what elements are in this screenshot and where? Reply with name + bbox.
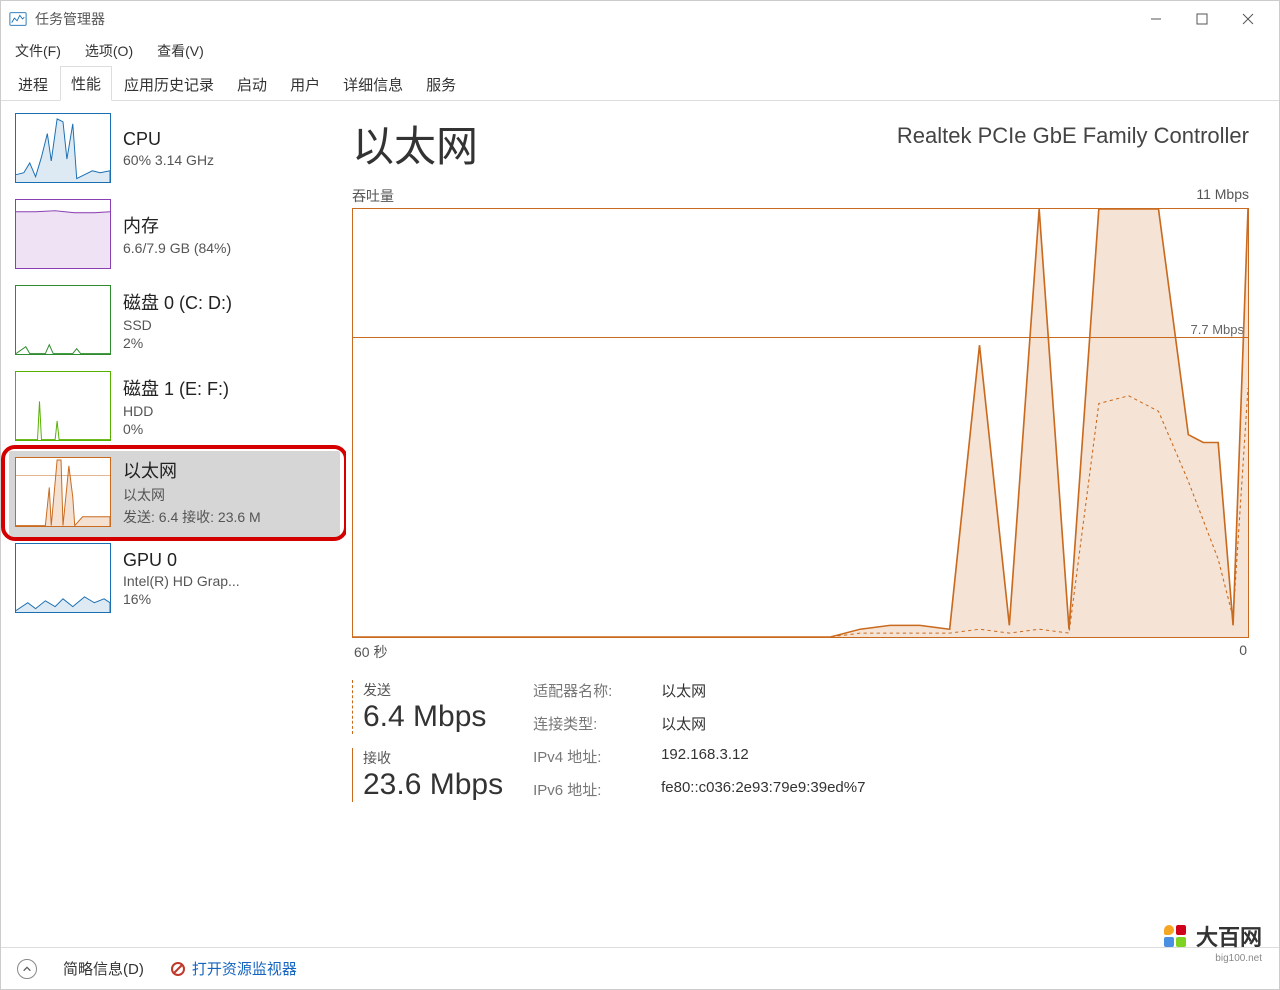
open-resource-monitor-link[interactable]: 打开资源监视器 xyxy=(192,958,297,979)
ethernet-sub1: 以太网 xyxy=(123,485,261,505)
properties-table: 适配器名称: 以太网 连接类型: 以太网 IPv4 地址: 192.168.3.… xyxy=(533,680,865,802)
sidebar-item-cpu[interactable]: CPU 60% 3.14 GHz xyxy=(9,107,340,193)
cpu-thumbnail-chart xyxy=(15,113,111,183)
send-value: 6.4 Mbps xyxy=(363,700,503,734)
prop-ipv4-label: IPv4 地址: xyxy=(533,746,643,769)
send-label: 发送 xyxy=(363,680,503,700)
recv-value: 23.6 Mbps xyxy=(363,768,503,802)
prop-ipv4: 192.168.3.12 xyxy=(661,746,865,769)
statusbar: 简略信息(D) 打开资源监视器 xyxy=(1,947,1279,989)
stats-row: 发送 6.4 Mbps 接收 23.6 Mbps 适配器名称: 以太网 连接类型… xyxy=(352,674,1249,802)
chart-xaxis: 60 秒 0 xyxy=(352,642,1249,674)
send-recv-column: 发送 6.4 Mbps 接收 23.6 Mbps xyxy=(352,680,503,802)
tab-startup[interactable]: 启动 xyxy=(226,67,278,101)
titlebar: 任务管理器 xyxy=(1,1,1279,37)
window-title: 任务管理器 xyxy=(35,9,1133,29)
ymax-label: 11 Mbps xyxy=(1196,186,1249,206)
disk1-thumbnail-chart xyxy=(15,371,111,441)
disk0-thumbnail-chart xyxy=(15,285,111,355)
tab-services[interactable]: 服务 xyxy=(415,67,467,101)
cpu-title: CPU xyxy=(123,129,214,150)
memory-sub: 6.6/7.9 GB (84%) xyxy=(123,240,231,256)
tab-processes[interactable]: 进程 xyxy=(7,67,59,101)
watermark: 大百网 big100.net xyxy=(1162,920,1262,952)
disk0-sub1: SSD xyxy=(123,317,232,333)
tab-users[interactable]: 用户 xyxy=(279,67,331,101)
cpu-sub: 60% 3.14 GHz xyxy=(123,152,214,168)
recv-label: 接收 xyxy=(363,748,503,768)
memory-thumbnail-chart xyxy=(15,199,111,269)
gpu-thumbnail-chart xyxy=(15,543,111,613)
ethernet-thumbnail-chart xyxy=(15,457,111,527)
minimize-button[interactable] xyxy=(1133,4,1179,34)
window-controls xyxy=(1133,4,1271,34)
prop-ipv6-label: IPv6 地址: xyxy=(533,779,643,802)
task-manager-window: 任务管理器 文件(F) 选项(O) 查看(V) 进程 性能 应用历史记录 启动 … xyxy=(0,0,1280,990)
menu-view[interactable]: 查看(V) xyxy=(151,39,210,63)
gpu-title: GPU 0 xyxy=(123,550,240,571)
resource-monitor-icon xyxy=(170,961,186,977)
tab-app-history[interactable]: 应用历史记录 xyxy=(113,67,225,101)
sidebar-item-gpu[interactable]: GPU 0 Intel(R) HD Grap... 16% xyxy=(9,537,340,623)
chart-meta: 吞吐量 11 Mbps xyxy=(352,184,1249,208)
prop-conn-type: 以太网 xyxy=(661,713,865,736)
chevron-up-icon[interactable] xyxy=(17,959,37,979)
watermark-logo-icon xyxy=(1162,923,1188,949)
disk1-title: 磁盘 1 (E: F:) xyxy=(123,375,229,401)
menu-file[interactable]: 文件(F) xyxy=(9,39,67,63)
prop-conn-type-label: 连接类型: xyxy=(533,713,643,736)
sidebar-item-disk0[interactable]: 磁盘 0 (C: D:) SSD 2% xyxy=(9,279,340,365)
prop-ipv6: fe80::c036:2e93:79e9:39ed%7 xyxy=(661,779,865,802)
menubar: 文件(F) 选项(O) 查看(V) xyxy=(1,37,1279,65)
watermark-sub: big100.net xyxy=(1215,953,1262,964)
sidebar-item-memory[interactable]: 内存 6.6/7.9 GB (84%) xyxy=(9,193,340,279)
ethernet-sub2: 发送: 6.4 接收: 23.6 M xyxy=(123,507,261,527)
sidebar-item-disk1[interactable]: 磁盘 1 (E: F:) HDD 0% xyxy=(9,365,340,451)
performance-sidebar: CPU 60% 3.14 GHz 内存 6.6/7.9 GB (84%) xyxy=(1,101,346,947)
tab-strip: 进程 性能 应用历史记录 启动 用户 详细信息 服务 xyxy=(1,65,1279,101)
disk0-title: 磁盘 0 (C: D:) xyxy=(123,289,232,315)
detail-adapter: Realtek PCIe GbE Family Controller xyxy=(897,113,1249,149)
send-block: 发送 6.4 Mbps xyxy=(352,680,503,734)
detail-title: 以太网 xyxy=(352,113,478,174)
prop-adapter-name-label: 适配器名称: xyxy=(533,680,643,703)
close-button[interactable] xyxy=(1225,4,1271,34)
throughput-label: 吞吐量 xyxy=(352,186,394,206)
prop-adapter-name: 以太网 xyxy=(661,680,865,703)
tab-details[interactable]: 详细信息 xyxy=(332,67,414,101)
disk1-sub1: HDD xyxy=(123,403,229,419)
memory-title: 内存 xyxy=(123,212,231,238)
throughput-chart[interactable]: 7.7 Mbps xyxy=(352,208,1249,638)
brief-info-link[interactable]: 简略信息(D) xyxy=(63,958,144,979)
disk0-sub2: 2% xyxy=(123,335,232,351)
xaxis-left: 60 秒 xyxy=(354,642,387,662)
watermark-text: 大百网 xyxy=(1196,920,1262,952)
gpu-sub1: Intel(R) HD Grap... xyxy=(123,573,240,589)
app-icon xyxy=(9,10,27,28)
sidebar-item-ethernet[interactable]: 以太网 以太网 发送: 6.4 接收: 23.6 M xyxy=(9,451,340,537)
tab-performance[interactable]: 性能 xyxy=(60,66,112,101)
gpu-sub2: 16% xyxy=(123,591,240,607)
menu-options[interactable]: 选项(O) xyxy=(79,39,139,63)
detail-header: 以太网 Realtek PCIe GbE Family Controller xyxy=(352,109,1249,184)
ethernet-title: 以太网 xyxy=(123,457,261,483)
recv-block: 接收 23.6 Mbps xyxy=(352,748,503,802)
disk1-sub2: 0% xyxy=(123,421,229,437)
maximize-button[interactable] xyxy=(1179,4,1225,34)
xaxis-right: 0 xyxy=(1239,642,1247,662)
main-area: CPU 60% 3.14 GHz 内存 6.6/7.9 GB (84%) xyxy=(1,101,1279,947)
detail-pane: 以太网 Realtek PCIe GbE Family Controller 吞… xyxy=(346,101,1279,947)
